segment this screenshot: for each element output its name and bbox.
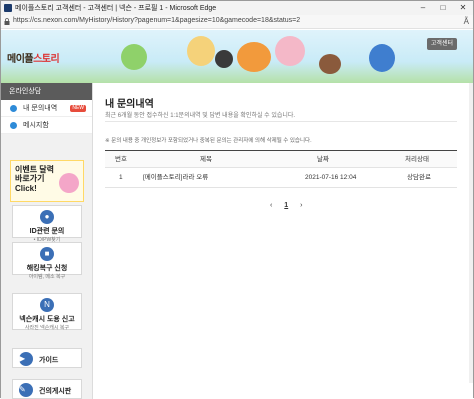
address-bar[interactable]: https://cs.nexon.com/MyHistory/History?p… xyxy=(1,15,473,29)
event-banner-line2: 바로가기 xyxy=(15,174,45,183)
card-title: 해킹복구 신청 xyxy=(26,265,68,272)
title-bar: 메이플스토리 고객센터 - 고객센터 | 넥슨 - 프로필 1 - Micros… xyxy=(1,1,473,15)
sidebar-item-messages[interactable]: 메시지함 xyxy=(1,117,92,134)
guide-icon: ▶ xyxy=(19,352,33,366)
customer-center-button[interactable]: 고객센터 xyxy=(426,38,457,50)
sidebar-heading: 온라인상담 xyxy=(1,83,92,100)
card-subtitle: 아이템, 메소 복구 xyxy=(28,274,66,280)
page-title: 내 문의내역 xyxy=(105,99,154,110)
pagination: ‹ 1 › xyxy=(265,202,308,209)
maplestory-logo[interactable]: 메이플스토리 xyxy=(7,50,60,65)
divider xyxy=(105,121,457,122)
cash-theft-report-card[interactable]: N 넥슨캐시 도용 신고 사라진 넥슨캐시 복구 xyxy=(12,293,82,331)
maximize-icon[interactable]: □ xyxy=(433,1,453,15)
mushroom-character xyxy=(237,42,271,72)
sidebar-item-label: 메시지함 xyxy=(23,122,49,129)
brown-character xyxy=(319,54,341,74)
card-title: 넥슨캐시 도용 신고 xyxy=(19,316,75,323)
blue-character xyxy=(369,44,395,72)
character-dark xyxy=(215,50,233,68)
card-subtitle: 사라진 넥슨캐시 복구 xyxy=(24,325,70,331)
card-title: 가이드 xyxy=(39,357,59,364)
page-number-current[interactable]: 1 xyxy=(284,202,288,209)
table-row[interactable]: 1 [메이플스토리]라라 오류 2021-07-16 12:04 상담완료 xyxy=(105,168,457,188)
logo-text: 메이플 xyxy=(7,54,34,65)
prev-page-button[interactable]: ‹ xyxy=(270,202,272,209)
row-date: 2021-07-16 12:04 xyxy=(305,174,357,181)
nexon-icon: N xyxy=(40,298,54,312)
pink-character xyxy=(275,36,305,66)
column-header-date: 날짜 xyxy=(317,156,329,163)
read-aloud-icon[interactable]: Ã xyxy=(464,17,469,26)
notice-text: ※ 문의 내용 중 개인정보가 포함되었거나 중복된 문의는 관리자에 의해 삭… xyxy=(105,138,312,144)
new-badge: NEW xyxy=(70,105,86,112)
card-title: ID관련 문의 xyxy=(29,228,65,235)
site-header: 메이플스토리 고객센터 xyxy=(1,30,473,83)
character-blonde xyxy=(187,36,215,66)
column-header-status: 처리상태 xyxy=(405,156,429,163)
window-title: 메이플스토리 고객센터 - 고객센터 | 넥슨 - 프로필 1 - Micros… xyxy=(15,5,217,12)
browser-window: 메이플스토리 고객센터 - 고객센터 | 넥슨 - 프로필 1 - Micros… xyxy=(0,0,474,399)
inquiry-table: 번호 제목 날짜 처리상태 1 [메이플스토리]라라 오류 2021-07-16… xyxy=(105,150,457,188)
sidebar-item-my-inquiries[interactable]: 내 문의내역 NEW xyxy=(1,100,92,117)
sidebar: 온라인상담 내 문의내역 NEW 메시지함 이벤트 달력 바로가기 Click!… xyxy=(1,83,93,399)
next-page-button[interactable]: › xyxy=(300,202,302,209)
url-text[interactable]: https://cs.nexon.com/MyHistory/History?p… xyxy=(13,17,300,24)
board-icon: ✎ xyxy=(19,383,33,397)
inquiry-icon xyxy=(10,105,17,112)
event-banner-line3: Click! xyxy=(15,184,37,193)
lock-icon xyxy=(4,18,10,25)
card-title: 건의게시판 xyxy=(39,388,72,395)
table-header-row: 번호 제목 날짜 처리상태 xyxy=(105,151,457,168)
lock-icon: ■ xyxy=(40,247,54,261)
close-icon[interactable]: ✕ xyxy=(453,1,473,15)
id-inquiry-card[interactable]: ● ID관련 문의 • ID/PW찾기 • 비활성 계정 xyxy=(12,205,82,249)
row-status: 상담완료 xyxy=(407,174,431,181)
slime-character xyxy=(121,44,147,70)
main-content: 내 문의내역 최근 6개월 동안 접수하신 1:1문의내역 및 답변 내용을 확… xyxy=(93,83,473,399)
pig-character-icon xyxy=(59,173,79,193)
sidebar-item-label: 내 문의내역 xyxy=(23,105,58,112)
guide-card[interactable]: ▶ 가이드 xyxy=(12,348,82,368)
row-no: 1 xyxy=(119,174,123,181)
message-icon xyxy=(10,122,17,129)
minimize-icon[interactable]: – xyxy=(413,1,433,15)
logo-text-2: 스토리 xyxy=(33,54,60,65)
site-favicon-icon xyxy=(4,4,12,12)
event-calendar-banner[interactable]: 이벤트 달력 바로가기 Click! xyxy=(10,160,84,202)
id-icon: ● xyxy=(40,210,54,224)
column-header-title: 제목 xyxy=(200,156,212,163)
column-header-no: 번호 xyxy=(115,156,127,163)
page-description: 최근 6개월 동안 접수하신 1:1문의내역 및 답변 내용을 확인하실 수 있… xyxy=(105,113,296,119)
row-title-link[interactable]: [메이플스토리]라라 오류 xyxy=(143,168,208,188)
suggestion-board-card[interactable]: ✎ 건의게시판 xyxy=(12,379,82,399)
hacking-recovery-card[interactable]: ■ 해킹복구 신청 아이템, 메소 복구 xyxy=(12,242,82,280)
page-scrollbar[interactable] xyxy=(469,83,473,383)
